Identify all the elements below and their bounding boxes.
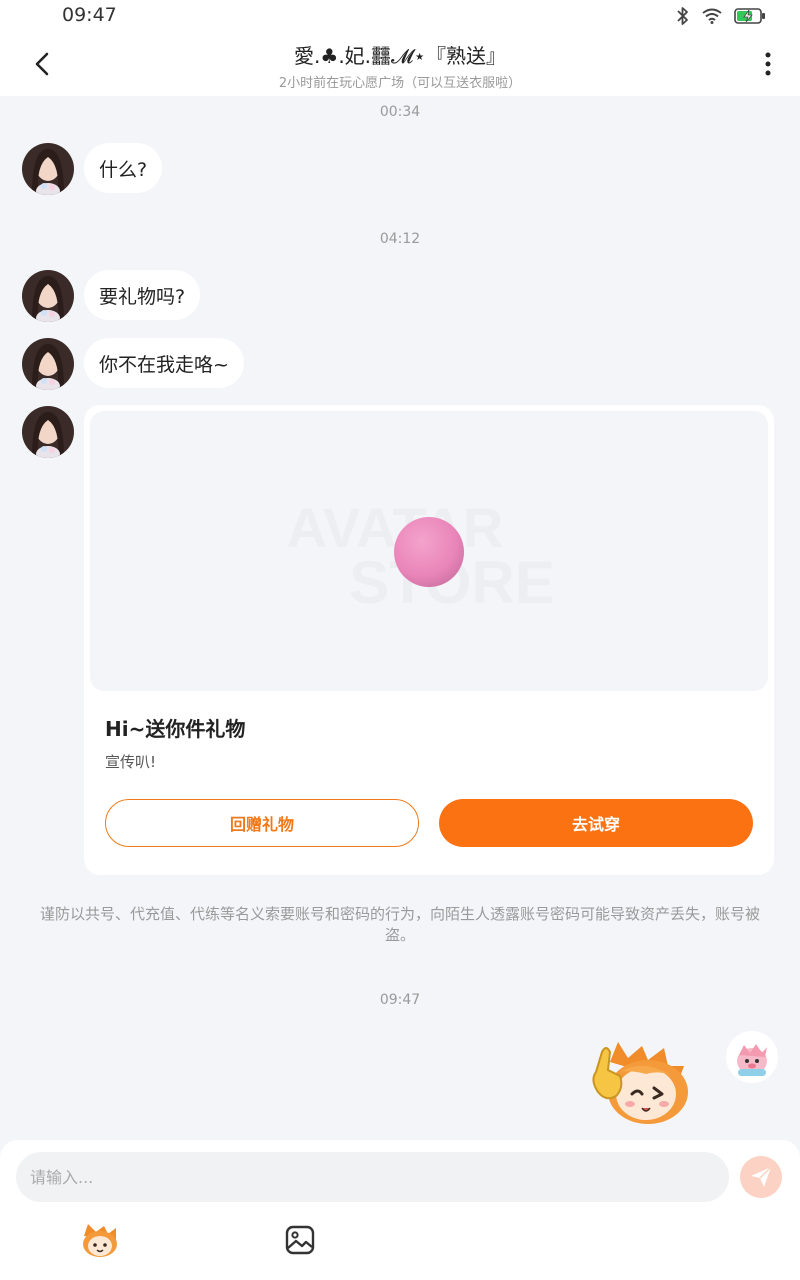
message-timestamp: 09:47 [379, 992, 421, 1008]
sticker-message[interactable] [580, 1036, 700, 1128]
status-bar: 09:47 [0, 0, 800, 32]
bluetooth-icon [676, 6, 690, 26]
avatar[interactable] [22, 143, 74, 195]
gift-item [394, 517, 464, 587]
back-button[interactable] [24, 46, 60, 82]
send-icon [751, 1166, 772, 1187]
message-bubble[interactable]: 要礼物吗? [84, 270, 201, 320]
chat-header: 愛.♣.妃.䨻𝓜⋆『熟送』 2小时前在玩心愿广场（可以互送衣服啦） [0, 32, 800, 96]
message-timestamp: 04:12 [379, 231, 421, 247]
emoji-icon [83, 1224, 117, 1257]
avatar[interactable] [22, 270, 74, 322]
avatar[interactable] [22, 338, 74, 390]
message-bubble[interactable]: 什么? [84, 143, 163, 193]
try-on-button[interactable]: 去试穿 [439, 799, 753, 847]
message-composer [0, 1140, 800, 1280]
message-bubble[interactable]: 你不在我走咯~ [84, 338, 244, 388]
emoji-button[interactable] [80, 1222, 120, 1258]
chat-title: 愛.♣.妃.䨻𝓜⋆『熟送』 [294, 44, 506, 68]
gift-title: Hi~送你件礼物 [105, 717, 246, 741]
gift-image[interactable]: AVATAR STORE [90, 411, 768, 691]
wifi-icon [702, 8, 722, 24]
avatar[interactable] [22, 406, 74, 458]
message-timestamp: 00:34 [379, 104, 421, 120]
security-warning: 谨防以共号、代充值、代练等名义索要账号和密码的行为，向陌生人透露账号密码可能导致… [39, 905, 760, 944]
send-button[interactable] [740, 1156, 782, 1198]
status-icons [676, 6, 766, 26]
image-icon [285, 1225, 315, 1255]
chat-subtitle: 2小时前在玩心愿广场（可以互送衣服啦） [278, 76, 522, 91]
status-time: 09:47 [62, 4, 117, 26]
gift-card[interactable]: AVATAR STORE Hi~送你件礼物 宣传叭! 回赠礼物 去试穿 [84, 405, 774, 875]
more-icon [765, 52, 771, 76]
title-block: 愛.♣.妃.䨻𝓜⋆『熟送』 2小时前在玩心愿广场（可以互送衣服啦） [150, 40, 650, 91]
return-gift-button[interactable]: 回赠礼物 [105, 799, 419, 847]
more-button[interactable] [754, 46, 782, 82]
message-input[interactable] [16, 1152, 729, 1202]
gift-description: 宣传叭! [105, 753, 157, 771]
battery-icon [734, 7, 766, 25]
back-arrow-icon [35, 52, 49, 76]
my-avatar[interactable] [726, 1031, 778, 1083]
image-button[interactable] [284, 1224, 316, 1256]
